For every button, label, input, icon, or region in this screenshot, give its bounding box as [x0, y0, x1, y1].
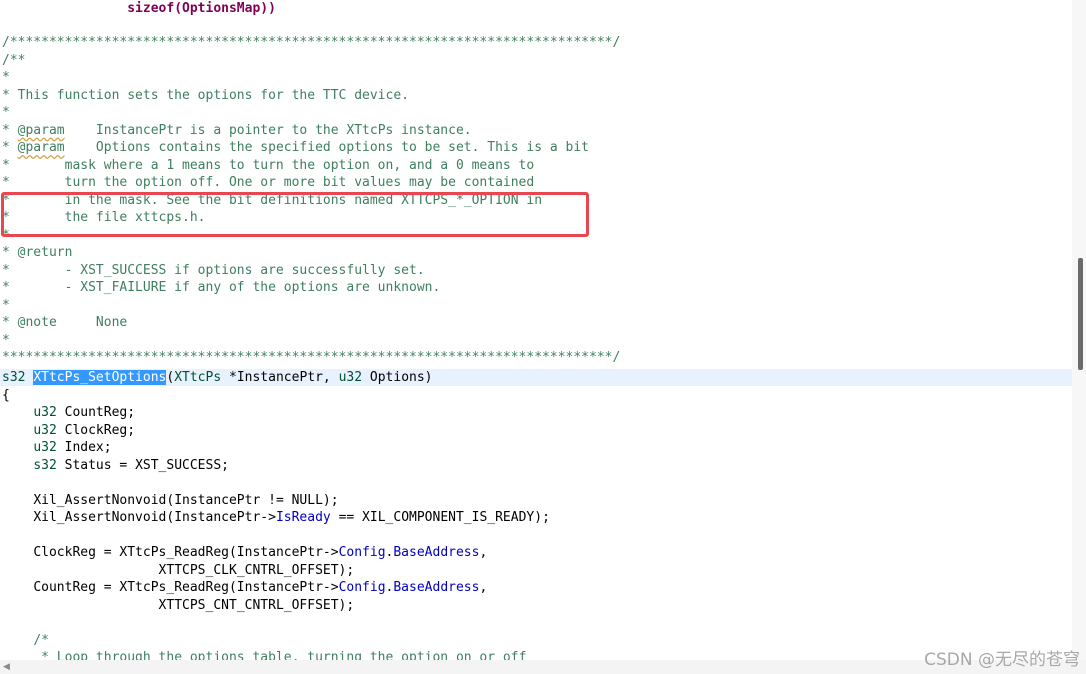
comment-line: *	[2, 332, 10, 348]
field-config: Config	[338, 580, 386, 595]
code-line: u32 CountReg;	[2, 404, 135, 422]
code-line: Xil_AssertNonvoid(InstancePtr != NULL);	[2, 492, 339, 510]
code-text: XTTCPS_CLK_CNTRL_OFFSET);	[158, 562, 355, 578]
type-s32: s32	[33, 457, 57, 473]
code-text: XTTCPS_CNT_CNTRL_OFFSET);	[158, 597, 355, 613]
code-text: CountReg = XTtcPs_ReadReg(InstancePtr->	[33, 580, 339, 595]
vertical-scrollbar-thumb[interactable]	[1078, 258, 1083, 370]
code-line: XTTCPS_CLK_CNTRL_OFFSET);	[2, 562, 355, 580]
comment-line: * mask where a 1 means to turn the optio…	[2, 157, 535, 173]
comment-text: *	[2, 122, 18, 138]
code-line: CountReg = XTtcPs_ReadReg(InstancePtr->C…	[2, 579, 487, 597]
comment-line: * @return	[2, 245, 73, 260]
comment-line: * @param InstancePtr is a pointer to the…	[2, 122, 472, 140]
comment-line: *	[2, 227, 10, 243]
comment-line: *	[2, 297, 10, 313]
field-config: Config	[338, 545, 386, 560]
code-text: Options)	[362, 369, 433, 385]
code-text: == XIL_COMPONENT_IS_READY);	[330, 510, 550, 525]
code-editor[interactable]: sizeof(OptionsMap)) /*******************…	[0, 0, 1072, 660]
code-line: sizeof(OptionsMap))	[2, 0, 276, 18]
code-text: Index;	[56, 440, 112, 455]
type-u32: u32	[33, 405, 57, 420]
code-text: CountReg;	[56, 405, 136, 420]
comment-line: * - XST_FAILURE if any of the options ar…	[2, 280, 441, 295]
code-text: *InstancePtr,	[221, 369, 339, 385]
code-line: u32 ClockReg;	[2, 422, 135, 440]
code-line: s32 Status = XST_SUCCESS;	[2, 457, 229, 475]
comment-line: * Loop through the options table, turnin…	[2, 649, 526, 660]
comment-line: * turn the option off. One or more bit v…	[2, 175, 535, 190]
code-line: XTTCPS_CNT_CNTRL_OFFSET);	[2, 597, 355, 615]
selected-function-name[interactable]: XTtcPs_SetOptions	[33, 369, 167, 385]
comment-text: Options contains the specified options t…	[64, 140, 590, 155]
keyword-sizeof: sizeof(OptionsMap))	[127, 1, 276, 16]
comment-line: ****************************************…	[2, 350, 621, 365]
comment-text: InstancePtr is a pointer to the XTtcPs i…	[64, 122, 472, 138]
watermark: CSDN @无尽的苍穹	[924, 650, 1080, 670]
javadoc-tag-param: @param	[17, 122, 65, 138]
field-isready: IsReady	[275, 510, 331, 525]
comment-text: *	[2, 140, 18, 155]
field-baseaddress: BaseAddress	[393, 545, 480, 560]
code-text: ,	[479, 545, 488, 560]
code-text: Xil_AssertNonvoid(InstancePtr != NULL);	[33, 492, 339, 508]
code-text: ,	[479, 580, 488, 595]
code-line: {	[2, 387, 10, 403]
vertical-scrollbar[interactable]	[1072, 0, 1086, 660]
comment-line: /**	[2, 52, 26, 68]
type-s32: s32	[2, 369, 26, 385]
field-baseaddress: BaseAddress	[393, 580, 480, 595]
horizontal-scrollbar[interactable]: ◀	[0, 660, 1086, 674]
comment-text: /*	[33, 632, 49, 648]
code-text: Status = XST_SUCCESS;	[56, 457, 229, 473]
code-line: ClockReg = XTtcPs_ReadReg(InstancePtr->C…	[2, 544, 487, 562]
code-line: Xil_AssertNonvoid(InstancePtr->IsReady =…	[2, 509, 550, 527]
code-line: u32 Index;	[2, 439, 112, 457]
code-text: Xil_AssertNonvoid(InstancePtr->	[33, 510, 276, 525]
type-u32: u32	[338, 369, 363, 385]
comment-line: * @note None	[2, 315, 128, 330]
javadoc-tag-param: @param	[17, 140, 65, 155]
code-text: ClockReg = XTtcPs_ReadReg(InstancePtr->	[33, 545, 339, 560]
comment-line: * in the mask. See the bit definitions n…	[2, 192, 543, 208]
comment-line: *	[2, 105, 10, 120]
type-u32: u32	[33, 440, 57, 455]
comment-line: * the file xttcps.h.	[2, 210, 206, 225]
comment-line: * @param Options contains the specified …	[2, 139, 589, 157]
comment-line: * This function sets the options for the…	[2, 87, 409, 103]
scroll-left-arrow-icon[interactable]: ◀	[3, 662, 10, 672]
comment-line: /*	[2, 632, 49, 650]
code-text: ClockReg;	[56, 422, 136, 438]
type-xttcps: XTtcPs	[174, 369, 222, 385]
comment-line: *	[2, 70, 10, 85]
comment-text: * Loop through the options table, turnin…	[41, 650, 527, 660]
comment-line: * - XST_SUCCESS if options are successfu…	[2, 262, 425, 278]
comment-line: /***************************************…	[2, 35, 621, 50]
current-line[interactable]: s32 XTtcPs_SetOptions(XTtcPs *InstancePt…	[0, 368, 1072, 386]
type-u32: u32	[33, 422, 57, 438]
